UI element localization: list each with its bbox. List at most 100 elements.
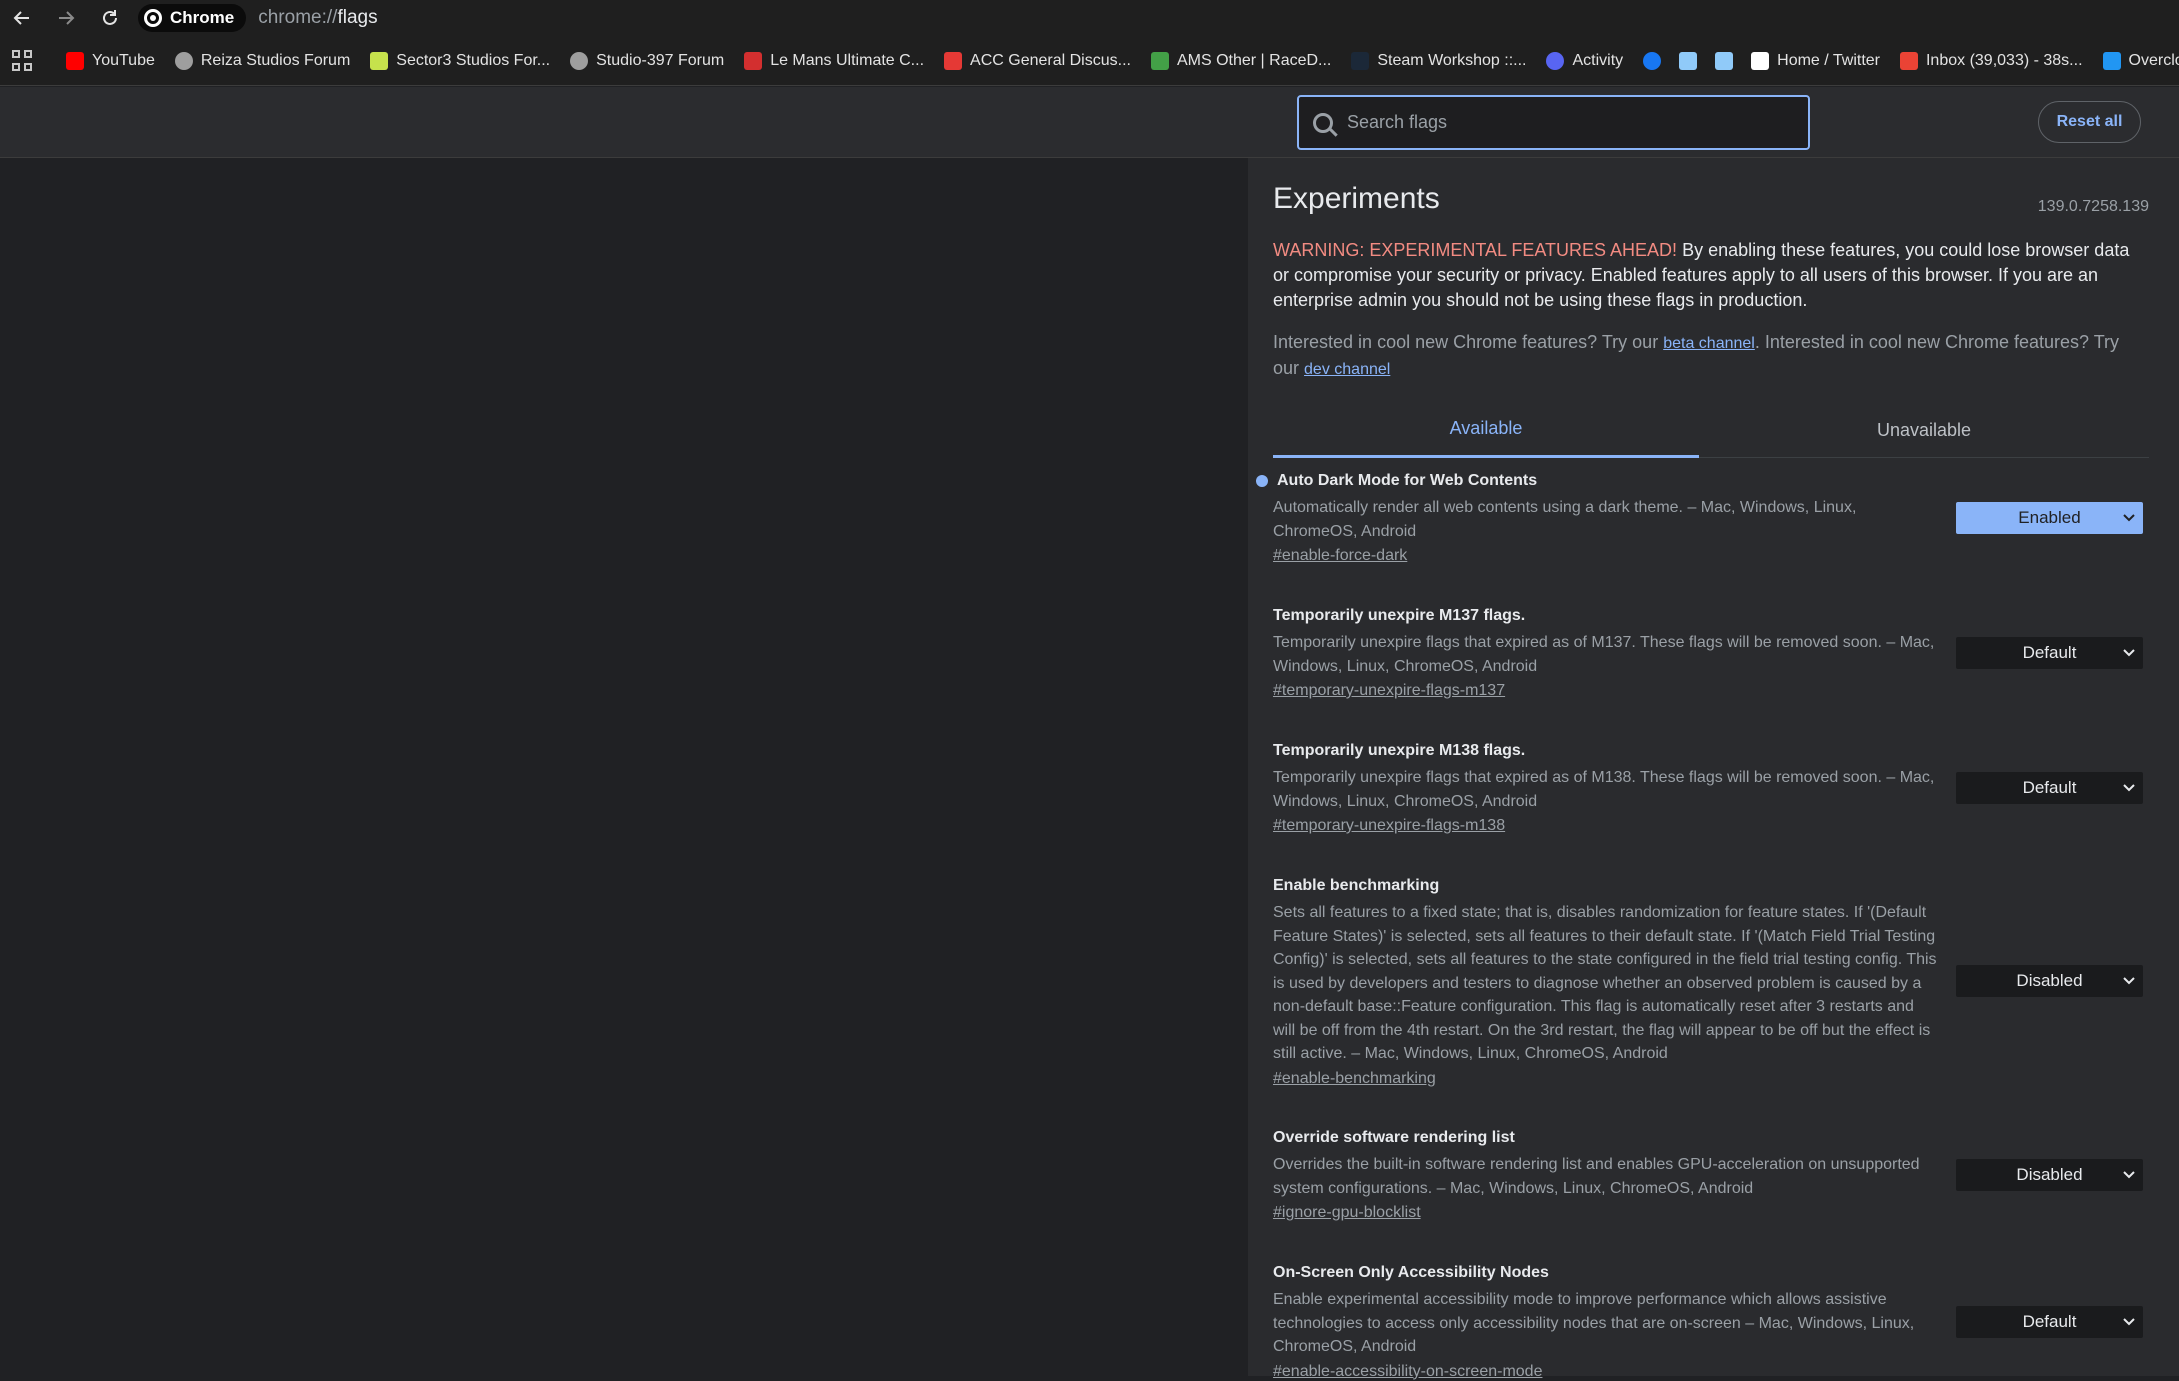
- experiment-description: Sets all features to a fixed state; that…: [1273, 904, 1937, 1062]
- experiment-item: On-Screen Only Accessibility Nodes Enabl…: [1273, 1264, 2149, 1381]
- experiment-select[interactable]: Default: [1956, 772, 2143, 804]
- bookmark-item[interactable]: Studio-397 Forum: [570, 51, 725, 70]
- bookmark-item[interactable]: AMS Other | RaceD...: [1150, 51, 1332, 70]
- chevron-down-icon: [2123, 977, 2135, 985]
- reload-icon: [103, 10, 117, 25]
- promo-text-1: Interested in cool new Chrome features? …: [1273, 332, 1664, 352]
- chrome-chip[interactable]: Chrome: [138, 4, 247, 32]
- experiment-link[interactable]: #enable-force-dark: [1273, 547, 1407, 565]
- experiment-title: On-Screen Only Accessibility Nodes: [1273, 1264, 1549, 1281]
- experiment-select[interactable]: Default: [1956, 1306, 2143, 1338]
- bookmark-item[interactable]: Steam Workshop ::...: [1351, 51, 1527, 70]
- version-label: 139.0.7258.139: [2037, 198, 2149, 215]
- select-value: Default: [2022, 778, 2077, 797]
- experiment-title-text: Auto Dark Mode for Web Contents: [1277, 472, 1538, 489]
- bookmark-item[interactable]: Home / Twitter: [1751, 51, 1880, 70]
- experiment-select[interactable]: Disabled: [1956, 965, 2143, 997]
- modified-dot-icon: [1256, 475, 1268, 487]
- experiment-link[interactable]: #temporary-unexpire-flags-m137: [1273, 682, 1505, 700]
- bookmark-item[interactable]: [1715, 51, 1741, 70]
- experiment-description: Enable experimental accessibility mode t…: [1273, 1291, 1915, 1355]
- experiment-title: Temporarily unexpire M138 flags.: [1273, 742, 1526, 759]
- browser-toolbar: Chrome chrome://flags: [0, 0, 2179, 36]
- bookmark-label: Steam Workshop ::...: [1377, 51, 1527, 69]
- url-path: flags: [337, 7, 378, 28]
- bookmark-label: ACC General Discus...: [970, 51, 1131, 69]
- select-value: Default: [2022, 1312, 2077, 1331]
- bookmark-item[interactable]: Sector3 Studios For...: [370, 51, 551, 70]
- experiment-select[interactable]: Default: [1956, 637, 2143, 669]
- experiment-select[interactable]: Enabled: [1956, 502, 2143, 534]
- tab-unavailable[interactable]: Unavailable: [1699, 402, 2149, 458]
- back-button[interactable]: [0, 0, 44, 36]
- chevron-down-icon: [2123, 784, 2135, 792]
- tab-bar: Available Unavailable: [1273, 402, 2149, 458]
- reset-all-button[interactable]: Reset all: [2038, 101, 2141, 143]
- select-value: Default: [2022, 643, 2077, 662]
- bookmark-item[interactable]: Reiza Studios Forum: [174, 51, 351, 70]
- beta-channel-link[interactable]: beta channel: [1663, 335, 1755, 352]
- bookmark-label: AMS Other | RaceD...: [1176, 51, 1332, 69]
- channel-promo: Interested in cool new Chrome features? …: [1273, 330, 2143, 382]
- url-text[interactable]: chrome://flags: [258, 7, 377, 29]
- bookmark-item[interactable]: Activity: [1546, 51, 1623, 70]
- experiment-title: Enable benchmarking: [1273, 877, 1440, 894]
- bookmark-item[interactable]: [1643, 51, 1669, 70]
- apps-grid-icon[interactable]: [12, 49, 32, 72]
- bookmark-label: Inbox (39,033) - 38s...: [1925, 51, 2083, 69]
- flags-header: Reset all: [0, 87, 2179, 158]
- favicon-icon: [66, 51, 84, 70]
- bookmark-item[interactable]: Overclocki: [2102, 51, 2179, 70]
- experiment-description: Automatically render all web contents us…: [1273, 499, 1857, 540]
- favicon-icon: [570, 51, 589, 70]
- experiment-description: Temporarily unexpire flags that expired …: [1273, 769, 1935, 810]
- experiment-description: Temporarily unexpire flags that expired …: [1273, 634, 1935, 675]
- bookmark-item[interactable]: [1679, 51, 1705, 70]
- bookmark-item[interactable]: Le Mans Ultimate C...: [744, 51, 925, 70]
- bookmark-label: Home / Twitter: [1777, 51, 1880, 69]
- experiment-select[interactable]: Disabled: [1956, 1159, 2143, 1191]
- experiment-title: Auto Dark Mode for Web Contents: [1256, 472, 2149, 490]
- bookmarks-bar: YouTube Reiza Studios Forum Sector3 Studio…: [0, 36, 2179, 86]
- arrow-left-icon: [13, 11, 29, 25]
- favicon-icon: [944, 51, 963, 70]
- favicon-icon: [370, 51, 389, 70]
- bookmark-label: Sector3 Studios For...: [396, 51, 551, 69]
- bookmark-label: Studio-397 Forum: [596, 51, 725, 69]
- search-box[interactable]: [1297, 95, 1810, 150]
- select-value: Enabled: [2018, 508, 2081, 527]
- experiment-description: Overrides the built-in software renderin…: [1273, 1156, 1920, 1197]
- bookmark-item[interactable]: YouTube: [66, 51, 155, 70]
- favicon-icon: [174, 51, 193, 70]
- chip-label: Chrome: [170, 8, 235, 27]
- favicon-icon: [1899, 51, 1918, 70]
- experiment-link[interactable]: #enable-accessibility-on-screen-mode: [1273, 1363, 1542, 1381]
- search-input[interactable]: [1347, 112, 1787, 133]
- bookmark-item[interactable]: ACC General Discus...: [944, 51, 1131, 70]
- dev-channel-link[interactable]: dev channel: [1304, 361, 1390, 378]
- chevron-down-icon: [2123, 1318, 2135, 1326]
- chevron-down-icon: [2123, 649, 2135, 657]
- bookmark-label: Le Mans Ultimate C...: [770, 51, 925, 69]
- chrome-logo-icon: [144, 9, 162, 27]
- address-bar[interactable]: Chrome chrome://flags: [138, 3, 378, 33]
- search-icon: [1313, 112, 1333, 133]
- experiment-title: Temporarily unexpire M137 flags.: [1273, 607, 1526, 624]
- experiment-link[interactable]: #temporary-unexpire-flags-m138: [1273, 817, 1505, 835]
- select-value: Disabled: [2016, 1165, 2083, 1184]
- bookmark-label: YouTube: [92, 51, 155, 69]
- experiment-item: Temporarily unexpire M138 flags. Tempora…: [1273, 742, 2149, 835]
- forward-button[interactable]: [44, 0, 88, 36]
- favicon-icon: [1546, 51, 1565, 70]
- experiment-link[interactable]: #enable-benchmarking: [1273, 1070, 1436, 1088]
- bookmark-item[interactable]: Inbox (39,033) - 38s...: [1899, 51, 2083, 70]
- warning-label: WARNING: EXPERIMENTAL FEATURES AHEAD!: [1273, 240, 1678, 260]
- favicon-icon: [1150, 51, 1169, 70]
- experiment-item: Override software rendering list Overrid…: [1273, 1129, 2149, 1222]
- tab-available[interactable]: Available: [1273, 402, 1699, 458]
- chevron-down-icon: [2123, 514, 2135, 522]
- reload-button[interactable]: [88, 0, 132, 36]
- bookmark-label: Reiza Studios Forum: [200, 51, 351, 69]
- experiment-item: Enable benchmarking Sets all features to…: [1273, 877, 2149, 1088]
- experiment-link[interactable]: #ignore-gpu-blocklist: [1273, 1204, 1421, 1222]
